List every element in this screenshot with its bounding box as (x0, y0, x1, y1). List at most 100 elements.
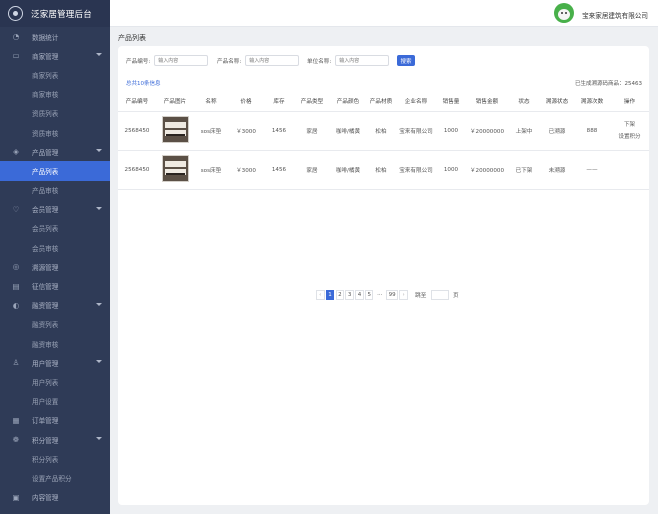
sidebar-item-8[interactable]: 产品审核 (0, 181, 110, 200)
cell-company: 宝来有限公司 (396, 150, 436, 190)
sidebar-item-label: 用户管理 (32, 359, 59, 368)
sidebar-menu: ◔ 数据统计 ▭ 商家管理 商家列表 商家审核 资质列表 资质审核 ◈ 产品管理 产品列表 产品审核 ♡… (0, 27, 110, 507)
column-header: 产品类型 (294, 91, 330, 112)
sidebar-item-17[interactable]: ♙ 用户管理 (0, 353, 110, 372)
chevron-down-icon (96, 360, 102, 364)
sidebar-item-label: 内容管理 (32, 494, 59, 503)
jump-label: 跳至 (415, 293, 427, 299)
sidebar-item-5[interactable]: 资质审核 (0, 123, 110, 142)
page-button[interactable]: 1 (325, 290, 335, 300)
member-icon: ♡ (12, 204, 20, 214)
sidebar-item-2[interactable]: 商家列表 (0, 65, 110, 84)
filter-product-name: 产品名称: (217, 55, 300, 66)
finance-icon: ◐ (12, 300, 20, 310)
page-title: 产品列表 (118, 34, 146, 42)
column-header: 溯源状态 (540, 91, 574, 112)
company-name: 宝来家居建筑有限公司 (582, 12, 648, 20)
cell-sales: 1000 (436, 150, 466, 190)
column-header: 产品图片 (156, 91, 194, 112)
column-header: 状态 (508, 91, 540, 112)
sidebar-item-label: 征信管理 (32, 283, 59, 292)
sidebar-item-11[interactable]: 会员审核 (0, 238, 110, 257)
column-header: 库存 (264, 91, 294, 112)
sidebar-item-23[interactable]: 设置产品积分 (0, 468, 110, 487)
column-header: 销售金额 (466, 91, 508, 112)
cell-trace-status: 已溯源 (540, 111, 574, 151)
cell-material: 松柏 (366, 150, 396, 190)
jump-unit-label: 页 (452, 293, 459, 299)
product-name-input[interactable] (245, 55, 300, 66)
sidebar-item-14[interactable]: ◐ 融资管理 (0, 296, 110, 315)
product-code-label: 产品编号: (126, 58, 151, 65)
prev-page-button[interactable]: ‹ (316, 290, 325, 300)
cell-image (156, 111, 194, 151)
cell-amount: ￥20000000 (466, 150, 508, 190)
chart-icon: ◔ (12, 32, 20, 42)
layers-icon: ◈ (13, 147, 19, 157)
sidebar-item-21[interactable]: ❁ 积分管理 (0, 430, 110, 449)
brand: 泛家居管理后台 (0, 0, 110, 27)
sidebar-item-label: 数据统计 (32, 33, 59, 42)
cell-price: ￥3000 (228, 111, 264, 151)
chevron-down-icon (96, 302, 102, 306)
column-header: 名称 (194, 91, 228, 112)
filter-product-code: 产品编号: (126, 55, 209, 66)
table-header: 产品编号 产品图片 名称 价格 库存 产品类型 产品颜色 产品材质 企业名称 销售量 销售金额 状态溯… (118, 91, 649, 112)
next-page-button[interactable]: › (399, 290, 408, 300)
product-code-input[interactable] (154, 55, 209, 66)
table-row: 2568450 sos床垫 ￥3000 1456 家居 咖啡/橘黄 松柏 宝来有限公司 1000… (118, 150, 649, 190)
column-header: 销售量 (436, 91, 466, 112)
sidebar-item-19[interactable]: 用户设置 (0, 392, 110, 411)
sidebar-item-6[interactable]: ◈ 产品管理 (0, 142, 110, 161)
product-table: 产品编号 产品图片 名称 价格 库存 产品类型 产品颜色 产品材质 企业名称 销售量 销售金额 状态溯… (118, 91, 649, 190)
avatar[interactable] (554, 3, 574, 23)
jump-page-input[interactable] (430, 290, 449, 300)
sidebar-item-label: 溯源管理 (32, 263, 59, 272)
sidebar-item-7[interactable]: 产品列表 (0, 161, 110, 181)
sidebar-item-4[interactable]: 资质列表 (0, 104, 110, 123)
sidebar-item-label: 产品列表 (32, 167, 59, 176)
sidebar-item-label: 用户列表 (32, 378, 59, 387)
sidebar-item-1[interactable]: ▭ 商家管理 (0, 46, 110, 65)
sidebar-item-label: 商家管理 (32, 52, 59, 61)
delist-link[interactable]: 下架 (610, 119, 649, 131)
filter-unit-name: 单位名称: (307, 55, 390, 66)
cell-color: 咖啡/橘黄 (330, 111, 366, 151)
sidebar-item-16[interactable]: 融资审核 (0, 334, 110, 353)
cell-trace-count: 888 (574, 111, 610, 151)
chevron-down-icon (96, 149, 102, 153)
unit-name-input[interactable] (335, 55, 390, 66)
sidebar-item-13[interactable]: ▤ 征信管理 (0, 276, 110, 295)
search-button[interactable]: 搜索 (397, 55, 415, 66)
store-icon: ▭ (12, 51, 20, 61)
sidebar-item-label: 订单管理 (32, 417, 59, 426)
set-points-link[interactable]: 设置积分 (610, 131, 649, 143)
page-button[interactable]: 2 (335, 290, 345, 300)
page-ellipsis: ··· (374, 290, 385, 300)
sidebar-item-15[interactable]: 融资列表 (0, 315, 110, 334)
sidebar-item-9[interactable]: ♡ 会员管理 (0, 200, 110, 219)
sidebar-item-20[interactable]: ▦ 订单管理 (0, 411, 110, 430)
cell-material: 松柏 (366, 111, 396, 151)
points-icon: ❁ (12, 435, 20, 445)
column-header: 产品颜色 (330, 91, 366, 112)
sidebar-item-label: 融资列表 (32, 321, 59, 330)
sidebar-item-10[interactable]: 会员列表 (0, 219, 110, 238)
page-button[interactable]: 4 (355, 290, 364, 300)
user-icon: ♙ (12, 358, 20, 368)
sidebar-item-12[interactable]: ◎ 溯源管理 (0, 257, 110, 276)
column-header: 操作 (610, 91, 649, 112)
page-button[interactable]: 3 (345, 290, 354, 300)
page-button[interactable]: 5 (364, 290, 374, 300)
column-header: 溯源次数 (574, 91, 610, 112)
app-title: 泛家居管理后台 (31, 9, 92, 20)
page-button[interactable]: 99 (386, 290, 399, 300)
sidebar-item-3[interactable]: 商家审核 (0, 85, 110, 104)
sidebar-item-24[interactable]: ▣ 内容管理 (0, 488, 110, 507)
sidebar-item-18[interactable]: 用户列表 (0, 372, 110, 391)
sidebar-item-0[interactable]: ◔ 数据统计 (0, 27, 110, 46)
cell-type: 家居 (294, 111, 330, 151)
sidebar-item-22[interactable]: 积分列表 (0, 449, 110, 468)
cell-trace-count: —— (574, 150, 610, 190)
cell-ops: 下架 设置积分 (610, 111, 649, 151)
